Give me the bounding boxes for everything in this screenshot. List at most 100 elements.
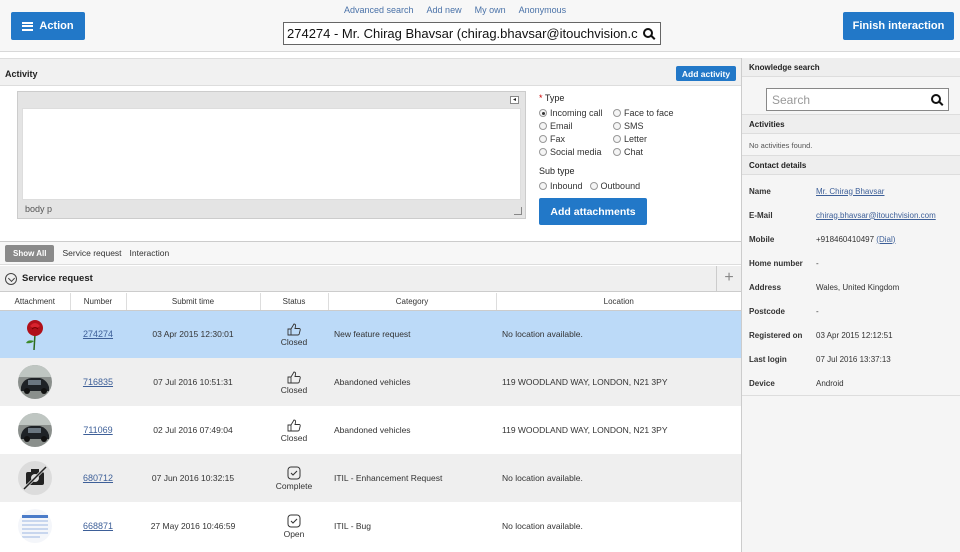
knowledge-search-box <box>766 88 949 111</box>
screenshot-image[interactable] <box>18 509 52 543</box>
column-header-attachment[interactable]: Attachment <box>0 293 71 311</box>
contact-row-device: Device Android <box>742 371 960 395</box>
hamburger-icon <box>22 21 34 31</box>
type-option-chat[interactable]: Chat <box>613 147 703 157</box>
search-icon[interactable] <box>638 23 660 44</box>
radio-icon[interactable] <box>613 148 621 156</box>
radio-icon[interactable] <box>613 109 621 117</box>
my-own-link[interactable]: My own <box>475 5 506 15</box>
type-option-sms[interactable]: SMS <box>613 121 703 131</box>
radio-icon[interactable] <box>539 135 547 143</box>
contact-key: Address <box>749 282 782 292</box>
filter-show-all[interactable]: Show All <box>5 244 55 262</box>
no-camera-image[interactable] <box>18 461 52 495</box>
table-row[interactable]: 680712 07 Jun 2016 10:32:15 Complete ITIL -… <box>0 454 741 502</box>
contact-row-last-login: Last login 07 Jul 2016 13:37:13 <box>742 347 960 371</box>
activity-title: Activity <box>5 69 38 79</box>
column-header-location[interactable]: Location <box>496 293 741 311</box>
contact-key: Registered on <box>749 330 803 340</box>
contact-value: Mr. Chirag Bhavsar <box>816 187 884 196</box>
contact-value-text: 03 Apr 2015 12:12:51 <box>816 330 893 340</box>
request-number-link[interactable]: 711069 <box>83 425 112 435</box>
chevron-down-icon[interactable] <box>5 272 17 285</box>
customer-search-input[interactable] <box>284 23 638 44</box>
radio-icon[interactable] <box>539 109 547 117</box>
table-row[interactable]: 716835 07 Jul 2016 10:51:31 Closed Abandone… <box>0 358 741 406</box>
type-option-social-media[interactable]: Social media <box>539 147 613 157</box>
service-request-table: Attachment Number Submit time Status Categor… <box>0 293 741 550</box>
contact-value-link[interactable]: Mr. Chirag Bhavsar <box>816 187 884 196</box>
radio-icon[interactable] <box>539 148 547 156</box>
anonymous-link[interactable]: Anonymous <box>519 5 567 15</box>
category-cell: New feature request <box>328 310 496 358</box>
type-option-email[interactable]: Email <box>539 121 613 131</box>
subtype-option-inbound[interactable]: Inbound <box>539 181 583 191</box>
column-header-submit-time[interactable]: Submit time <box>126 293 261 311</box>
column-header-category[interactable]: Category <box>328 293 497 311</box>
radio-icon[interactable] <box>539 182 547 190</box>
advanced-search-link[interactable]: Advanced search <box>344 5 414 15</box>
type-option-label: Letter <box>624 134 648 144</box>
category-cell: Abandoned vehicles <box>334 425 411 435</box>
customer-search-box <box>283 22 661 45</box>
type-option-incoming-call[interactable]: Incoming call <box>539 108 613 118</box>
knowledge-search-input[interactable] <box>767 92 926 107</box>
filter-interaction[interactable]: Interaction <box>130 248 170 258</box>
category-cell: ITIL - Enhancement Request <box>328 454 496 502</box>
add-new-link[interactable]: Add new <box>427 5 462 15</box>
add-attachments-button[interactable]: Add attachments <box>539 198 647 225</box>
status-cell: Open <box>260 502 328 550</box>
type-option-letter[interactable]: Letter <box>613 134 703 144</box>
status-cell: Complete <box>260 454 328 502</box>
activity-type-section: * Type Incoming call Face to face Email SMS… <box>539 93 739 225</box>
subtype-label: Sub type <box>539 166 575 176</box>
car-image[interactable] <box>18 365 52 399</box>
filter-service-request[interactable]: Service request <box>62 248 121 258</box>
column-header-status[interactable]: Status <box>260 293 329 311</box>
request-number-link[interactable]: 668871 <box>83 521 113 531</box>
contact-value: Android <box>816 379 844 388</box>
subtype-option-label: Inbound <box>550 181 583 191</box>
service-request-header[interactable]: Service request + <box>0 266 741 292</box>
radio-icon[interactable] <box>613 135 621 143</box>
type-option-face-to-face[interactable]: Face to face <box>613 108 703 118</box>
subtype-option-outbound[interactable]: Outbound <box>589 181 640 191</box>
knowledge-search-section <box>742 77 960 115</box>
type-option-label: Face to face <box>624 108 674 118</box>
contact-value-text: +918460410497 <box>816 234 875 244</box>
main-panel: Activity Add activity ◂ body p * Type In… <box>0 58 741 552</box>
no-activities-message: No activities found. <box>742 134 960 156</box>
request-number-link[interactable]: 274274 <box>83 329 113 339</box>
action-menu-button[interactable]: Action <box>11 12 85 40</box>
table-body: 274274 03 Apr 2015 12:30:01 Closed New feat… <box>0 310 741 550</box>
finish-interaction-button[interactable]: Finish interaction <box>843 12 954 40</box>
table-row[interactable]: 668871 27 May 2016 10:46:59 Open ITIL - Bug… <box>0 502 741 550</box>
resize-handle-icon[interactable] <box>514 207 522 215</box>
submit-time-cell: 02 Jul 2016 07:49:04 <box>153 425 233 435</box>
status-cell: Closed <box>260 310 328 358</box>
type-option-fax[interactable]: Fax <box>539 134 613 144</box>
editor-toolbar-toggle-icon[interactable]: ◂ <box>510 96 519 104</box>
request-number-link[interactable]: 680712 <box>83 473 113 483</box>
column-header-number[interactable]: Number <box>70 293 127 311</box>
add-service-request-icon[interactable]: + <box>716 266 741 292</box>
number-cell: 711069 <box>70 406 126 454</box>
activity-body-textarea[interactable] <box>22 108 521 200</box>
rose-image[interactable] <box>18 317 52 351</box>
car-image[interactable] <box>18 413 52 447</box>
dial-link[interactable]: (Dial) <box>876 235 895 244</box>
radio-icon[interactable] <box>613 122 621 130</box>
table-row[interactable]: 711069 02 Jul 2016 07:49:04 Closed Abandone… <box>0 406 741 454</box>
radio-icon[interactable] <box>539 122 547 130</box>
type-option-label: Fax <box>550 134 566 144</box>
add-activity-button[interactable]: Add activity <box>676 66 736 81</box>
contact-value: - <box>816 259 819 268</box>
contact-value-text: - <box>816 258 819 268</box>
table-row[interactable]: 274274 03 Apr 2015 12:30:01 Closed New feat… <box>0 310 741 358</box>
contact-value-link[interactable]: chirag.bhavsar@itouchvision.com <box>816 211 936 220</box>
knowledge-search-icon[interactable] <box>926 89 948 110</box>
radio-icon[interactable] <box>589 182 598 190</box>
request-number-link[interactable]: 716835 <box>83 377 113 387</box>
contact-value: Wales, United Kingdom <box>816 283 899 292</box>
submit-time-cell: 07 Jul 2016 10:51:31 <box>126 358 260 406</box>
